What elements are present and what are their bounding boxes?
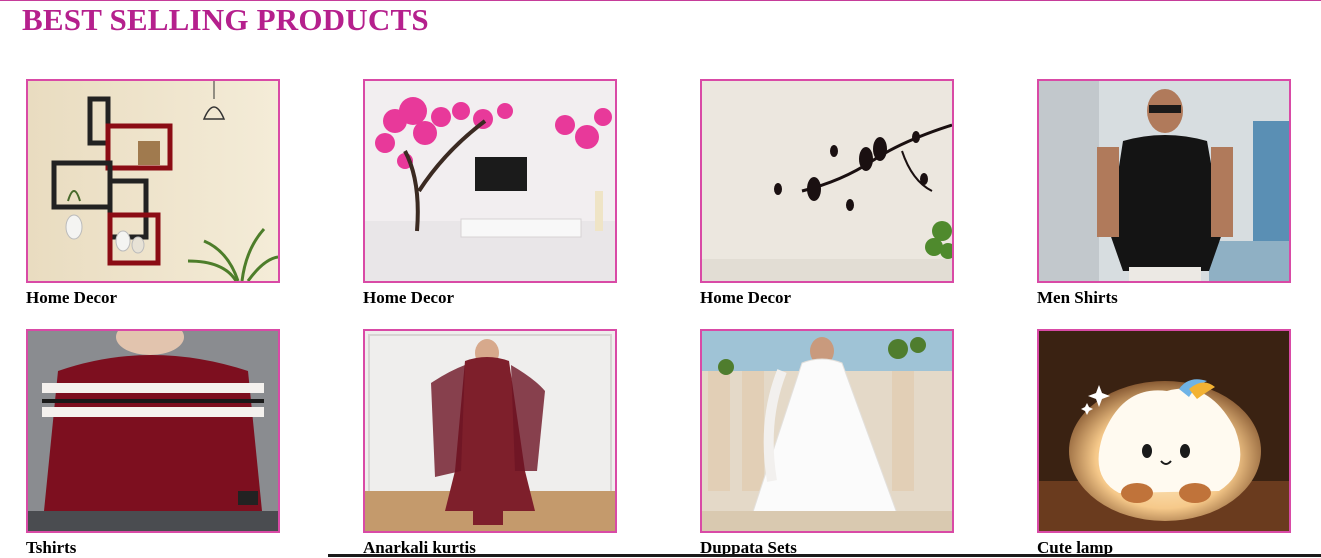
product-label[interactable]: Home Decor	[26, 288, 282, 308]
product-card[interactable]: Tshirts	[26, 329, 282, 558]
product-card[interactable]: Duppata Sets	[700, 329, 956, 558]
product-card[interactable]: Cute lamp	[1037, 329, 1293, 558]
product-label[interactable]: Men Shirts	[1037, 288, 1293, 308]
product-image-anarkali[interactable]	[363, 329, 617, 533]
product-image-bird-decal[interactable]	[700, 79, 954, 283]
product-card[interactable]: Home Decor	[700, 79, 956, 308]
product-image-men-shirt[interactable]	[1037, 79, 1291, 283]
product-image-duppata[interactable]	[700, 329, 954, 533]
product-label[interactable]: Tshirts	[26, 538, 282, 558]
product-card[interactable]: Men Shirts	[1037, 79, 1293, 308]
product-image-wall-shelves[interactable]	[26, 79, 280, 283]
product-image-tshirt[interactable]	[26, 329, 280, 533]
top-divider	[0, 0, 1321, 1]
product-card[interactable]: Home Decor	[26, 79, 282, 308]
product-image-cute-lamp[interactable]	[1037, 329, 1291, 533]
product-label[interactable]: Home Decor	[363, 288, 619, 308]
product-card[interactable]: Home Decor	[363, 79, 619, 308]
product-card[interactable]: Anarkali kurtis	[363, 329, 619, 558]
section-title: BEST SELLING PRODUCTS	[22, 2, 429, 37]
product-label[interactable]: Home Decor	[700, 288, 956, 308]
product-image-tree-sticker[interactable]	[363, 79, 617, 283]
